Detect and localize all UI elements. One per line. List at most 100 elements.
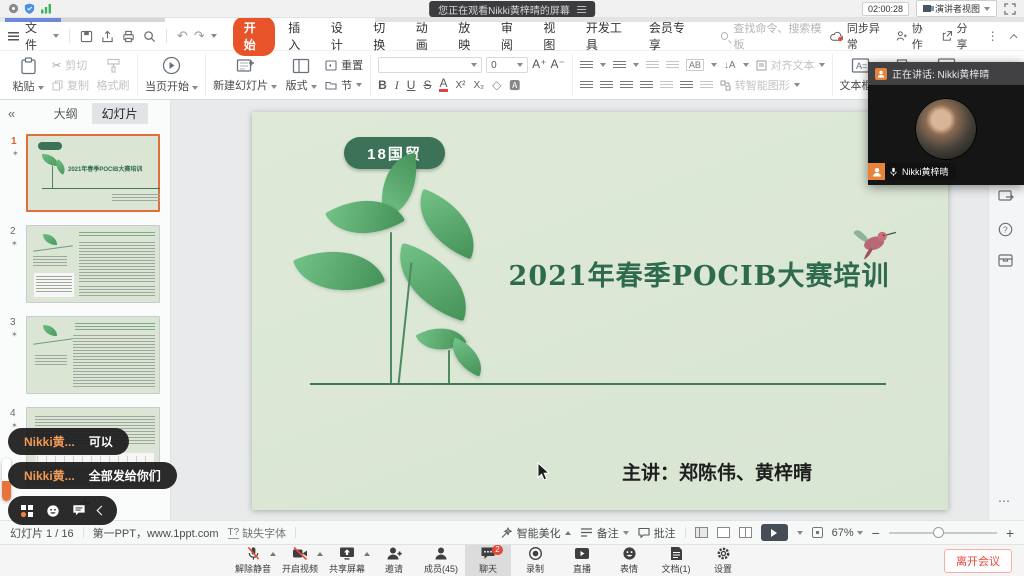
normal-view-icon[interactable]: [695, 527, 708, 538]
missing-font-button[interactable]: T?缺失字体: [228, 525, 287, 541]
line-spacing-button[interactable]: ↓A: [724, 60, 736, 71]
collapse-ribbon-icon[interactable]: [1009, 33, 1017, 41]
tab-slides[interactable]: 幻灯片: [92, 103, 148, 124]
tab-transition[interactable]: 切换: [362, 16, 405, 56]
redo-icon[interactable]: ↷: [194, 28, 205, 44]
font-name-combo[interactable]: [378, 57, 482, 73]
new-slide-button[interactable]: 新建幻灯片: [213, 57, 277, 93]
collaborate-button[interactable]: 协作: [896, 20, 931, 52]
bold-button[interactable]: B: [378, 78, 387, 92]
tab-outline[interactable]: 大纲: [44, 103, 88, 124]
file-menu[interactable]: 文件: [25, 19, 47, 53]
slideshow-play-button[interactable]: [761, 524, 788, 541]
chat-message[interactable]: Nikki黄... 可以: [8, 428, 129, 455]
slide-thumbnail-1[interactable]: 1 ✶ 2021年春季POCIB大赛培训: [26, 134, 160, 212]
more-menu-icon[interactable]: ⋮: [987, 29, 1000, 43]
record-button[interactable]: 录制: [512, 545, 558, 576]
slide-1[interactable]: 18国贸 2021年春季POCIB大赛培训 主讲：郑陈伟、黄梓晴 日期：: [252, 112, 948, 510]
fit-slide-icon[interactable]: [812, 527, 823, 538]
play-options-chevron-icon[interactable]: [797, 531, 803, 535]
beautify-button[interactable]: 智能美化: [500, 525, 571, 541]
share-button[interactable]: 分享: [942, 20, 976, 52]
paste-button[interactable]: 粘贴: [11, 57, 45, 94]
chat-button[interactable]: 聊天 2: [465, 545, 511, 576]
share-options-icon[interactable]: [364, 552, 370, 556]
slide-sorter-icon[interactable]: [717, 527, 730, 538]
speaker-video-panel[interactable]: 正在讲话: Nikki黄梓晴 Nikki黄梓晴: [868, 62, 1024, 185]
video-options-icon[interactable]: [317, 552, 323, 556]
collapse-pill-icon[interactable]: [97, 506, 107, 516]
undo-icon[interactable]: ↶: [177, 28, 188, 44]
screen-cast-icon[interactable]: [998, 190, 1014, 204]
more-tools-icon[interactable]: ⋯: [998, 494, 1011, 508]
number-list-icon[interactable]: [613, 61, 626, 70]
paragraph-spacing-icon[interactable]: [700, 81, 713, 90]
tab-animation[interactable]: 动画: [405, 16, 448, 56]
align-center-icon[interactable]: [600, 81, 613, 90]
clear-format-icon[interactable]: ◇: [492, 78, 501, 92]
tab-insert[interactable]: 插入: [277, 16, 320, 56]
notes-button[interactable]: 备注: [580, 525, 629, 541]
unmute-button[interactable]: 解除静音: [230, 545, 276, 576]
mic-options-icon[interactable]: [270, 552, 276, 556]
section-button[interactable]: 节: [325, 77, 363, 93]
align-left-icon[interactable]: [580, 81, 593, 90]
export-icon[interactable]: [101, 30, 114, 43]
smart-graphic-button[interactable]: 转智能图形: [720, 77, 800, 93]
zoom-level-button[interactable]: 67%: [832, 527, 863, 539]
invite-button[interactable]: 邀请: [371, 545, 417, 576]
help-icon[interactable]: ?: [998, 222, 1013, 237]
fullscreen-toggle-icon[interactable]: [1004, 3, 1016, 15]
slide-thumbnail-3[interactable]: 3 ✶: [26, 316, 160, 394]
line-height-icon[interactable]: [680, 81, 693, 90]
history-chevron-icon[interactable]: [211, 34, 217, 38]
tab-devtools[interactable]: 开发工具: [575, 16, 638, 56]
reset-button[interactable]: 重置: [325, 57, 363, 73]
zoom-slider-knob[interactable]: [933, 527, 944, 538]
cut-button[interactable]: ✂剪切: [52, 57, 89, 73]
sync-status-button[interactable]: 同步异常: [830, 20, 886, 52]
tab-design[interactable]: 设计: [320, 16, 363, 56]
zoom-out-button[interactable]: −: [872, 525, 880, 541]
search-command-box[interactable]: 查找命令、搜索模板: [721, 20, 824, 52]
share-screen-button[interactable]: 共享屏幕: [324, 545, 370, 576]
view-mode-button[interactable]: 演讲者视图: [916, 0, 997, 17]
align-text-button[interactable]: 对齐文本: [756, 57, 825, 73]
layout-button[interactable]: 版式: [284, 58, 318, 93]
collapse-panel-icon[interactable]: «: [8, 106, 15, 121]
chat-message[interactable]: Nikki黄... 全部发给你们: [8, 462, 177, 489]
banner-menu-icon[interactable]: [577, 6, 586, 13]
decrease-indent-icon[interactable]: [646, 61, 659, 70]
italic-button[interactable]: I: [395, 78, 399, 93]
copy-button[interactable]: 复制: [52, 77, 89, 93]
print-icon[interactable]: [122, 30, 135, 43]
emoji-quick-icon[interactable]: [46, 504, 60, 518]
tab-view[interactable]: 视图: [532, 16, 575, 56]
strike-button[interactable]: S: [423, 78, 431, 92]
text-direction-button[interactable]: AB: [686, 59, 704, 71]
bullet-list-icon[interactable]: [580, 61, 593, 70]
save-icon[interactable]: [80, 30, 93, 43]
tab-member[interactable]: 会员专享: [638, 16, 701, 56]
font-shrink-button[interactable]: A⁻: [550, 57, 564, 73]
chat-quick-icon[interactable]: [72, 504, 86, 517]
zoom-slider[interactable]: [889, 532, 997, 534]
emoji-button[interactable]: 表情: [606, 545, 652, 576]
leave-meeting-button[interactable]: 离开会议: [944, 549, 1012, 573]
increase-indent-icon[interactable]: [666, 61, 679, 70]
tab-review[interactable]: 审阅: [490, 16, 533, 56]
reading-view-icon[interactable]: [739, 527, 752, 538]
resource-box-icon[interactable]: [998, 254, 1013, 267]
align-right-icon[interactable]: [620, 81, 633, 90]
hamburger-icon[interactable]: [8, 32, 19, 41]
slide-speaker-line[interactable]: 主讲：郑陈伟、黄梓晴: [622, 459, 814, 488]
start-video-button[interactable]: 开启视频: [277, 545, 323, 576]
font-color-button[interactable]: A: [439, 78, 447, 92]
settings-button[interactable]: 设置: [700, 545, 746, 576]
slide-canvas[interactable]: 18国贸 2021年春季POCIB大赛培训 主讲：郑陈伟、黄梓晴 日期：: [171, 100, 988, 520]
text-effect-icon[interactable]: 🅰: [509, 77, 520, 93]
tab-home[interactable]: 开始: [233, 16, 276, 56]
members-button[interactable]: 成员(45): [418, 545, 464, 576]
comment-button[interactable]: 批注: [638, 525, 676, 541]
live-button[interactable]: 直播: [559, 545, 605, 576]
